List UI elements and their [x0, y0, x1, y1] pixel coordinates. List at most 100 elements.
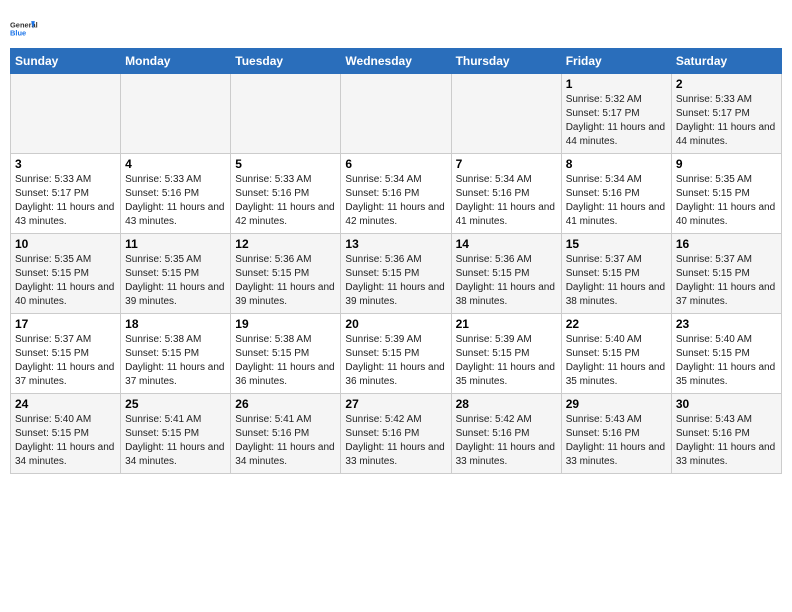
day-info: Sunrise: 5:38 AMSunset: 5:15 PMDaylight:… [125, 333, 226, 389]
calendar-cell: 20 Sunrise: 5:39 AMSunset: 5:15 PMDayligh… [341, 314, 451, 394]
day-number: 17 [15, 317, 116, 331]
page-header: GeneralBlue [10, 10, 782, 42]
calendar-cell: 18 Sunrise: 5:38 AMSunset: 5:15 PMDayligh… [121, 314, 231, 394]
weekday-header: Wednesday [341, 49, 451, 74]
day-number: 25 [125, 397, 226, 411]
day-info: Sunrise: 5:35 AMSunset: 5:15 PMDaylight:… [125, 253, 226, 309]
calendar-header: SundayMondayTuesdayWednesdayThursdayFrid… [11, 49, 782, 74]
calendar-cell: 7 Sunrise: 5:34 AMSunset: 5:16 PMDaylight… [451, 154, 561, 234]
day-info: Sunrise: 5:39 AMSunset: 5:15 PMDaylight:… [345, 333, 446, 389]
day-info: Sunrise: 5:42 AMSunset: 5:16 PMDaylight:… [456, 413, 557, 469]
day-number: 6 [345, 157, 446, 171]
calendar-cell [11, 74, 121, 154]
day-info: Sunrise: 5:43 AMSunset: 5:16 PMDaylight:… [676, 413, 777, 469]
day-number: 7 [456, 157, 557, 171]
weekday-header: Sunday [11, 49, 121, 74]
day-info: Sunrise: 5:42 AMSunset: 5:16 PMDaylight:… [345, 413, 446, 469]
day-info: Sunrise: 5:35 AMSunset: 5:15 PMDaylight:… [15, 253, 116, 309]
weekday-header: Friday [561, 49, 671, 74]
weekday-header: Thursday [451, 49, 561, 74]
day-number: 12 [235, 237, 336, 251]
day-info: Sunrise: 5:40 AMSunset: 5:15 PMDaylight:… [676, 333, 777, 389]
day-number: 24 [15, 397, 116, 411]
day-info: Sunrise: 5:33 AMSunset: 5:16 PMDaylight:… [235, 173, 336, 229]
calendar-cell: 2 Sunrise: 5:33 AMSunset: 5:17 PMDaylight… [671, 74, 781, 154]
calendar-cell: 17 Sunrise: 5:37 AMSunset: 5:15 PMDayligh… [11, 314, 121, 394]
day-number: 18 [125, 317, 226, 331]
svg-text:Blue: Blue [10, 28, 26, 37]
calendar-cell: 28 Sunrise: 5:42 AMSunset: 5:16 PMDayligh… [451, 394, 561, 474]
day-number: 26 [235, 397, 336, 411]
day-number: 9 [676, 157, 777, 171]
calendar-cell: 26Sunrise: 5:41 AMSunset: 5:16 PMDayligh… [231, 394, 341, 474]
calendar-cell: 1 Sunrise: 5:32 AMSunset: 5:17 PMDaylight… [561, 74, 671, 154]
calendar-cell [121, 74, 231, 154]
calendar-cell: 8 Sunrise: 5:34 AMSunset: 5:16 PMDaylight… [561, 154, 671, 234]
day-number: 2 [676, 77, 777, 91]
day-info: Sunrise: 5:37 AMSunset: 5:15 PMDaylight:… [15, 333, 116, 389]
calendar-week-row: 24 Sunrise: 5:40 AMSunset: 5:15 PMDayligh… [11, 394, 782, 474]
calendar-cell: 3 Sunrise: 5:33 AMSunset: 5:17 PMDaylight… [11, 154, 121, 234]
day-number: 22 [566, 317, 667, 331]
calendar-body: 1 Sunrise: 5:32 AMSunset: 5:17 PMDaylight… [11, 74, 782, 474]
day-info: Sunrise: 5:33 AMSunset: 5:17 PMDaylight:… [15, 173, 116, 229]
calendar-cell: 30Sunrise: 5:43 AMSunset: 5:16 PMDayligh… [671, 394, 781, 474]
weekday-row: SundayMondayTuesdayWednesdayThursdayFrid… [11, 49, 782, 74]
day-info: Sunrise: 5:43 AMSunset: 5:16 PMDaylight:… [566, 413, 667, 469]
calendar-cell: 12 Sunrise: 5:36 AMSunset: 5:15 PMDayligh… [231, 234, 341, 314]
calendar-cell: 19 Sunrise: 5:38 AMSunset: 5:15 PMDayligh… [231, 314, 341, 394]
day-number: 11 [125, 237, 226, 251]
calendar-cell: 22Sunrise: 5:40 AMSunset: 5:15 PMDayligh… [561, 314, 671, 394]
calendar-cell: 27 Sunrise: 5:42 AMSunset: 5:16 PMDayligh… [341, 394, 451, 474]
day-number: 5 [235, 157, 336, 171]
day-info: Sunrise: 5:41 AMSunset: 5:15 PMDaylight:… [125, 413, 226, 469]
day-info: Sunrise: 5:36 AMSunset: 5:15 PMDaylight:… [345, 253, 446, 309]
day-info: Sunrise: 5:34 AMSunset: 5:16 PMDaylight:… [566, 173, 667, 229]
calendar-week-row: 10Sunrise: 5:35 AMSunset: 5:15 PMDayligh… [11, 234, 782, 314]
day-number: 27 [345, 397, 446, 411]
day-number: 19 [235, 317, 336, 331]
day-info: Sunrise: 5:34 AMSunset: 5:16 PMDaylight:… [456, 173, 557, 229]
calendar-table: SundayMondayTuesdayWednesdayThursdayFrid… [10, 48, 782, 474]
weekday-header: Monday [121, 49, 231, 74]
day-info: Sunrise: 5:40 AMSunset: 5:15 PMDaylight:… [15, 413, 116, 469]
calendar-cell: 24 Sunrise: 5:40 AMSunset: 5:15 PMDayligh… [11, 394, 121, 474]
day-info: Sunrise: 5:36 AMSunset: 5:15 PMDaylight:… [456, 253, 557, 309]
day-info: Sunrise: 5:36 AMSunset: 5:15 PMDaylight:… [235, 253, 336, 309]
calendar-week-row: 3 Sunrise: 5:33 AMSunset: 5:17 PMDaylight… [11, 154, 782, 234]
calendar-cell: 13 Sunrise: 5:36 AMSunset: 5:15 PMDayligh… [341, 234, 451, 314]
calendar-week-row: 17 Sunrise: 5:37 AMSunset: 5:15 PMDayligh… [11, 314, 782, 394]
calendar-cell [231, 74, 341, 154]
day-number: 1 [566, 77, 667, 91]
calendar-cell: 25 Sunrise: 5:41 AMSunset: 5:15 PMDayligh… [121, 394, 231, 474]
calendar-cell: 21Sunrise: 5:39 AMSunset: 5:15 PMDayligh… [451, 314, 561, 394]
day-info: Sunrise: 5:33 AMSunset: 5:17 PMDaylight:… [676, 93, 777, 149]
calendar-cell: 14Sunrise: 5:36 AMSunset: 5:15 PMDayligh… [451, 234, 561, 314]
calendar-cell: 15Sunrise: 5:37 AMSunset: 5:15 PMDayligh… [561, 234, 671, 314]
day-info: Sunrise: 5:35 AMSunset: 5:15 PMDaylight:… [676, 173, 777, 229]
day-number: 20 [345, 317, 446, 331]
day-number: 29 [566, 397, 667, 411]
day-number: 3 [15, 157, 116, 171]
day-info: Sunrise: 5:33 AMSunset: 5:16 PMDaylight:… [125, 173, 226, 229]
calendar-cell: 11 Sunrise: 5:35 AMSunset: 5:15 PMDayligh… [121, 234, 231, 314]
calendar-cell [341, 74, 451, 154]
weekday-header: Saturday [671, 49, 781, 74]
calendar-cell: 6Sunrise: 5:34 AMSunset: 5:16 PMDaylight… [341, 154, 451, 234]
day-number: 8 [566, 157, 667, 171]
logo: GeneralBlue [10, 14, 38, 42]
day-number: 23 [676, 317, 777, 331]
calendar-cell: 9 Sunrise: 5:35 AMSunset: 5:15 PMDaylight… [671, 154, 781, 234]
day-number: 13 [345, 237, 446, 251]
day-number: 16 [676, 237, 777, 251]
day-info: Sunrise: 5:32 AMSunset: 5:17 PMDaylight:… [566, 93, 667, 149]
weekday-header: Tuesday [231, 49, 341, 74]
day-info: Sunrise: 5:37 AMSunset: 5:15 PMDaylight:… [676, 253, 777, 309]
calendar-week-row: 1 Sunrise: 5:32 AMSunset: 5:17 PMDaylight… [11, 74, 782, 154]
day-number: 28 [456, 397, 557, 411]
calendar-cell: 10Sunrise: 5:35 AMSunset: 5:15 PMDayligh… [11, 234, 121, 314]
day-info: Sunrise: 5:38 AMSunset: 5:15 PMDaylight:… [235, 333, 336, 389]
day-info: Sunrise: 5:39 AMSunset: 5:15 PMDaylight:… [456, 333, 557, 389]
calendar-cell: 23 Sunrise: 5:40 AMSunset: 5:15 PMDayligh… [671, 314, 781, 394]
calendar-cell: 5 Sunrise: 5:33 AMSunset: 5:16 PMDaylight… [231, 154, 341, 234]
